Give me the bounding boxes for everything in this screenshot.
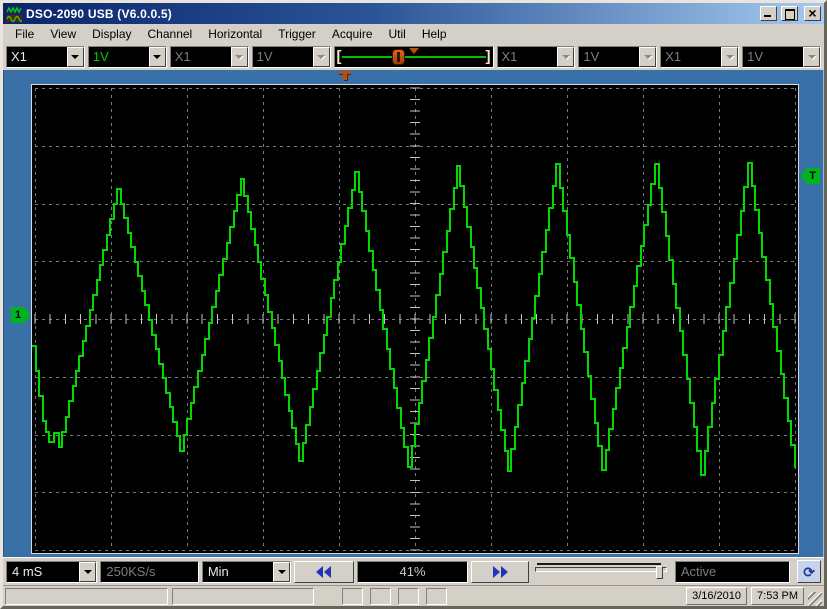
menu-trigger[interactable]: Trigger bbox=[270, 25, 324, 43]
menu-horizontal[interactable]: Horizontal bbox=[200, 25, 270, 43]
ch4-volts-div-combo: 1V bbox=[742, 46, 821, 68]
double-left-arrow-icon bbox=[324, 566, 331, 578]
menu-help[interactable]: Help bbox=[414, 25, 455, 43]
slider-track-line bbox=[342, 56, 486, 58]
chevron-down-icon bbox=[557, 47, 574, 67]
ch1-attenuation-combo[interactable]: X1 bbox=[6, 46, 85, 68]
minimize-button[interactable] bbox=[760, 6, 777, 21]
title-bar: DSO-2090 USB (V6.0.0.5) bbox=[3, 3, 824, 24]
ch2-attenuation-combo: X1 bbox=[170, 46, 249, 68]
chevron-down-icon bbox=[313, 47, 330, 67]
acquisition-mode-combo[interactable]: Min bbox=[202, 561, 291, 583]
menu-util[interactable]: Util bbox=[381, 25, 414, 43]
slider-handle[interactable] bbox=[393, 50, 404, 64]
menu-acquire[interactable]: Acquire bbox=[324, 25, 381, 43]
toolbar: X1 1V X1 1V [ ] X1 1V bbox=[3, 43, 824, 70]
trigger-position-marker[interactable] bbox=[339, 71, 351, 82]
ch2-volts-div-combo: 1V bbox=[252, 46, 331, 68]
scroll-left-button[interactable] bbox=[294, 561, 354, 583]
status-indicator-box bbox=[398, 588, 419, 605]
trigger-level-marker[interactable]: T bbox=[800, 168, 820, 184]
maximize-button[interactable] bbox=[781, 6, 798, 21]
ch1-zero-level-marker[interactable]: 1 bbox=[11, 307, 31, 323]
horizontal-position-slider[interactable]: [ ] bbox=[334, 46, 494, 68]
ch1-volts-div-combo[interactable]: 1V bbox=[88, 46, 167, 68]
chevron-down-icon bbox=[803, 47, 820, 67]
waveform-plot bbox=[32, 85, 798, 553]
status-panel-1 bbox=[5, 588, 168, 605]
chevron-down-icon[interactable] bbox=[79, 562, 96, 582]
menu-display[interactable]: Display bbox=[84, 25, 139, 43]
status-indicator-box bbox=[342, 588, 363, 605]
chevron-down-icon[interactable] bbox=[273, 562, 290, 582]
auto-refresh-button[interactable]: ⟳ bbox=[797, 560, 821, 583]
refresh-cycle-icon: ⟳ bbox=[803, 565, 815, 579]
trigger-holdoff-slider[interactable] bbox=[535, 563, 667, 581]
chevron-down-icon[interactable] bbox=[149, 47, 166, 67]
status-indicator-box bbox=[370, 588, 391, 605]
timebase-combo[interactable]: 4 mS bbox=[6, 561, 97, 583]
acquisition-status-display: Active bbox=[675, 561, 790, 583]
status-date: 3/16/2010 bbox=[686, 587, 747, 605]
resize-grip[interactable] bbox=[808, 592, 822, 606]
chevron-down-icon bbox=[231, 47, 248, 67]
ch3-volts-div-combo: 1V bbox=[578, 46, 657, 68]
scroll-right-button[interactable] bbox=[471, 561, 529, 583]
scope-display bbox=[31, 84, 799, 554]
double-right-arrow-icon bbox=[501, 566, 508, 578]
window-title: DSO-2090 USB (V6.0.0.5) bbox=[26, 7, 756, 21]
menu-bar: File View Display Channel Horizontal Tri… bbox=[3, 24, 824, 43]
chevron-down-icon bbox=[639, 47, 656, 67]
double-left-arrow-icon bbox=[316, 566, 323, 578]
status-bar: 3/16/2010 7:53 PM bbox=[3, 585, 824, 606]
app-waveform-icon bbox=[6, 6, 22, 22]
close-button[interactable] bbox=[804, 6, 821, 21]
chevron-down-icon[interactable] bbox=[67, 47, 84, 67]
double-right-arrow-icon bbox=[493, 566, 500, 578]
horizontal-position-display: 41% bbox=[357, 561, 468, 583]
menu-view[interactable]: View bbox=[42, 25, 84, 43]
chevron-down-icon bbox=[721, 47, 738, 67]
scope-workspace: 1 T bbox=[3, 70, 824, 557]
ch4-attenuation-combo: X1 bbox=[660, 46, 739, 68]
status-indicator-box bbox=[426, 588, 447, 605]
slider-thumb[interactable] bbox=[656, 566, 663, 579]
app-window: DSO-2090 USB (V6.0.0.5) File View Displa… bbox=[0, 0, 827, 609]
sample-rate-display: 250KS/s bbox=[100, 561, 198, 583]
status-time: 7:53 PM bbox=[751, 587, 804, 605]
menu-file[interactable]: File bbox=[7, 25, 42, 43]
slider-right-bracket: ] bbox=[486, 48, 491, 66]
menu-channel[interactable]: Channel bbox=[140, 25, 201, 43]
status-panel-2 bbox=[172, 588, 314, 605]
control-bar: 4 mS 250KS/s Min 41% Active ⟳ bbox=[3, 557, 824, 585]
slider-center-marker-icon bbox=[409, 48, 419, 54]
ch3-attenuation-combo: X1 bbox=[497, 46, 576, 68]
